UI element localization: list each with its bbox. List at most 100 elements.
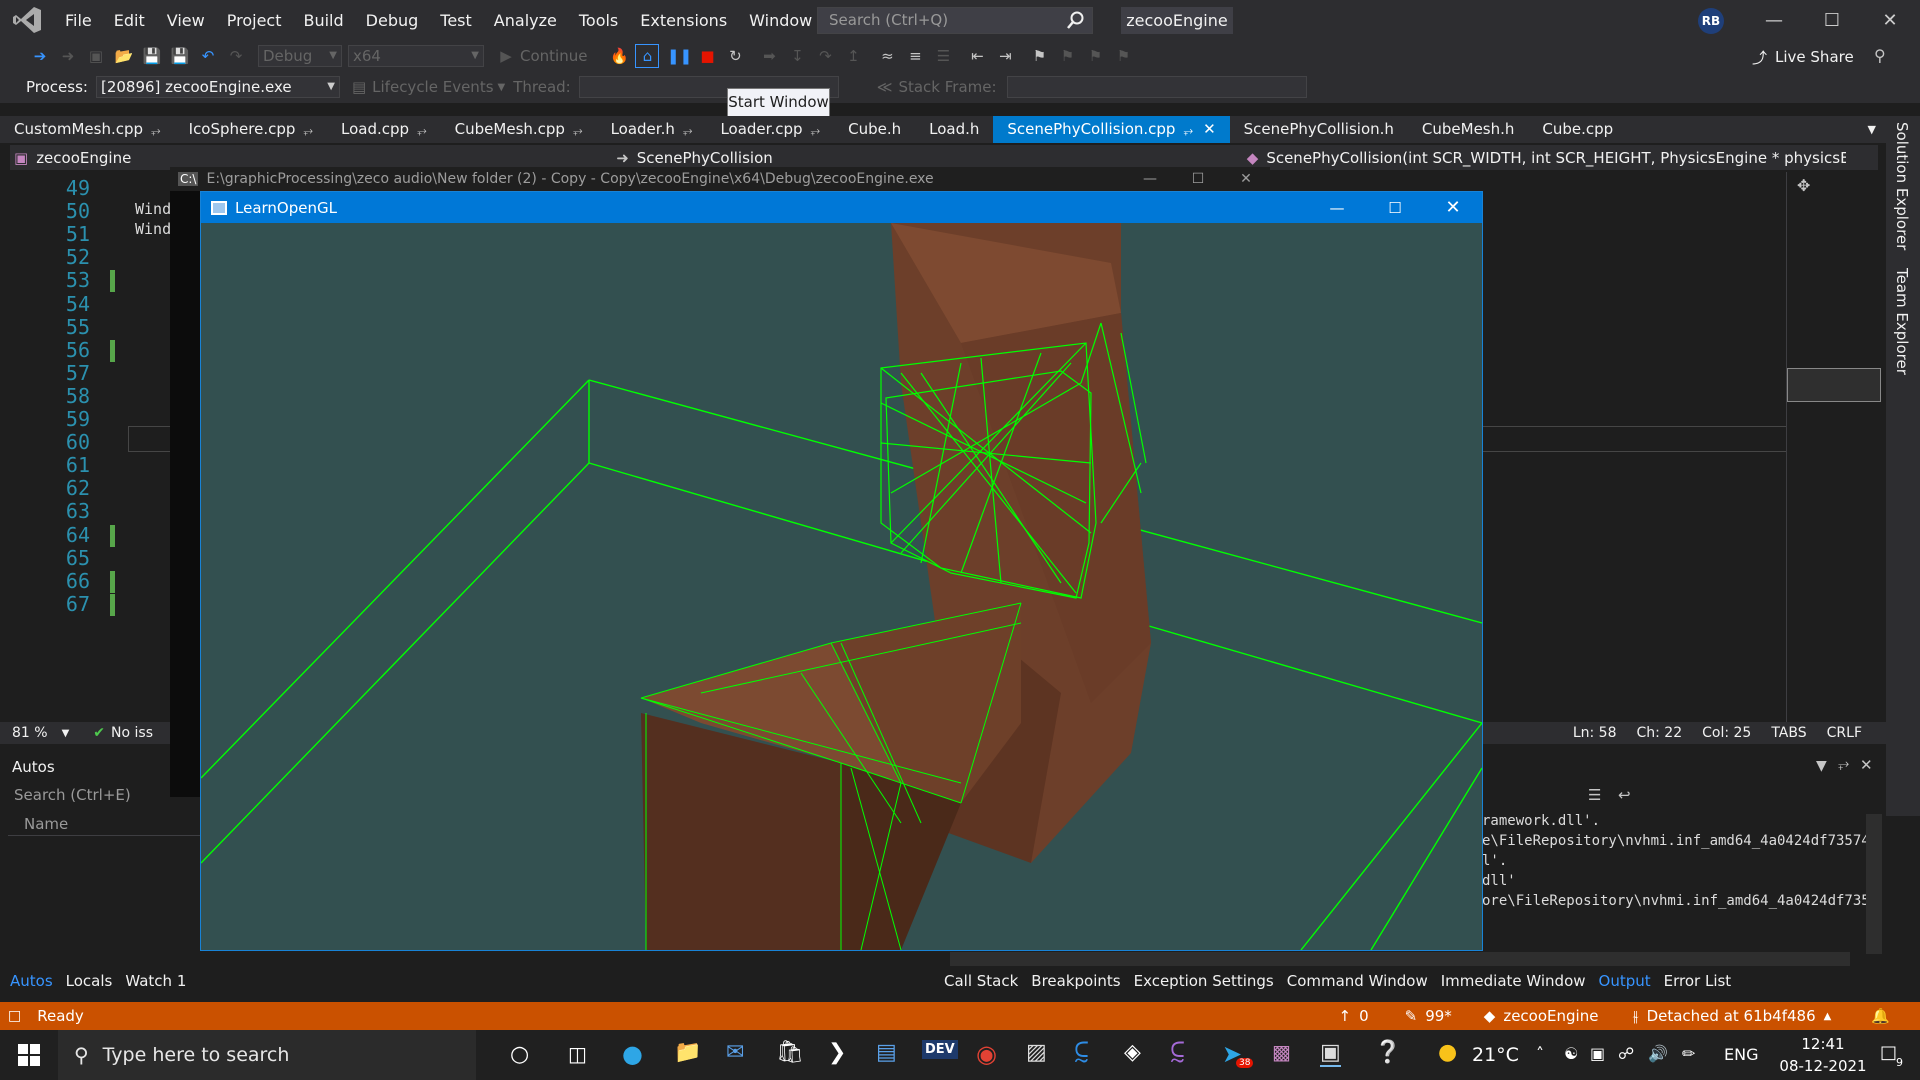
minimap[interactable]: ✥ [1786,172,1882,722]
next-bookmark-icon[interactable]: ⚑ [1083,44,1107,68]
file-explorer-icon[interactable]: 📁 [674,1040,701,1065]
gl-minimize-button[interactable]: — [1308,199,1366,217]
push-count[interactable]: 0 [1359,1007,1369,1025]
pin-icon[interactable]: ⥅ [1183,123,1193,137]
branch-name[interactable]: Detached at 61b4f486 [1647,1007,1816,1025]
tab-call-stack[interactable]: Call Stack [944,972,1018,990]
pen-icon[interactable]: ✏ [1682,1044,1695,1063]
outdent-icon[interactable]: ⇤ [965,44,989,68]
pin-icon[interactable]: ⥅ [573,123,583,137]
pin-icon[interactable]: ⥅ [811,123,821,137]
repository-name[interactable]: zecooEngine [1503,1007,1598,1025]
tab-icosphere-cpp[interactable]: IcoSphere.cpp ⥅ [175,116,327,143]
pin-icon[interactable]: ⥅ [683,123,693,137]
pin-panel-icon[interactable]: ⥅ [1838,756,1849,772]
dev-app-icon[interactable]: DEV [922,1040,958,1059]
close-panel-icon[interactable]: ✕ [1860,756,1873,774]
console-titlebar[interactable]: C:\ E:\graphicProcessing\zeco audio\New … [170,167,1270,191]
forward-icon[interactable]: ➜ [56,44,80,68]
task-view-icon[interactable]: ◫ [568,1042,587,1066]
visual-studio-icon[interactable]: ⫇ [1170,1038,1185,1069]
console-close-button[interactable]: ✕ [1222,171,1270,187]
unity-icon[interactable]: ◈ [1124,1040,1141,1065]
edge-icon[interactable]: ● [622,1040,643,1068]
prev-bookmark-icon[interactable]: ⚑ [1055,44,1079,68]
back-icon[interactable]: ➔ [28,44,52,68]
close-button[interactable]: ✕ [1866,0,1914,41]
output-scrollbar[interactable] [1866,814,1882,954]
network-icon[interactable]: ☍ [1618,1044,1634,1063]
mail-icon[interactable]: ✉ [726,1040,744,1065]
gl-maximize-button[interactable]: ☐ [1366,199,1424,217]
menu-debug[interactable]: Debug [355,0,430,41]
undo-icon[interactable]: ↶ [196,44,220,68]
continue-play-icon[interactable]: ▶ [494,44,518,68]
taskbar-search-input[interactable]: ⚲ Type here to search [58,1030,476,1080]
notification-center-icon[interactable]: □ [1880,1042,1897,1063]
menu-window[interactable]: Window [738,0,823,41]
zoom-level[interactable]: 81 % [12,725,48,741]
tabs-indicator[interactable]: TABS [1771,725,1806,741]
windows-start-icon[interactable] [18,1044,40,1070]
chevron-up-icon[interactable]: ˄ [1536,1044,1544,1063]
tab-locals[interactable]: Locals [66,972,113,990]
tab-list-dropdown-icon[interactable]: ▼ [1854,116,1890,143]
scope-dropdown[interactable]: ScenePhyCollision [637,149,1247,167]
menu-edit[interactable]: Edit [103,0,156,41]
tab-scenephycollision-cpp[interactable]: ScenePhyCollision.cpp ⥅ ✕ [993,116,1230,143]
tab-command-window[interactable]: Command Window [1287,972,1428,990]
solution-platform-select[interactable]: x64 ▼ [348,45,484,67]
restart-icon[interactable]: ↻ [723,44,747,68]
tab-breakpoints[interactable]: Breakpoints [1031,972,1120,990]
stop-debugging-icon[interactable]: ■ [695,44,719,68]
pin-icon[interactable]: ⥅ [417,123,427,137]
redo-icon[interactable]: ↷ [224,44,248,68]
diagnostics-icon[interactable]: ≈ [875,44,899,68]
tab-load-h[interactable]: Load.h [915,116,993,143]
start-window-icon[interactable]: ⌂ [635,44,660,68]
stack-frame-select[interactable] [1006,76,1307,98]
tab-watch-1[interactable]: Watch 1 [125,972,186,990]
horizontal-scrollbar[interactable] [950,952,1850,966]
show-next-statement-icon[interactable]: ➡ [757,44,781,68]
opengl-titlebar[interactable]: LearnOpenGL — ☐ ✕ [201,192,1482,223]
issues-status[interactable]: No iss [111,725,153,741]
menu-tools[interactable]: Tools [568,0,629,41]
tab-loader-cpp[interactable]: Loader.cpp ⥅ [706,116,834,143]
menu-project[interactable]: Project [216,0,293,41]
lifecycle-events-dropdown[interactable]: Lifecycle Events [372,78,493,96]
tab-exception-settings[interactable]: Exception Settings [1134,972,1274,990]
solution-explorer-tab[interactable]: Solution Explorer [1893,116,1911,256]
console-minimize-button[interactable]: — [1126,171,1174,187]
console-app-icon[interactable]: ▩ [1272,1040,1291,1064]
menu-extensions[interactable]: Extensions [629,0,738,41]
eol-indicator[interactable]: CRLF [1827,725,1862,741]
menu-test[interactable]: Test [429,0,483,41]
break-all-pause-icon[interactable]: ❚❚ [667,44,692,68]
language-indicator[interactable]: ENG [1724,1045,1758,1064]
process-select[interactable]: [20896] zecooEngine.exe ▼ [95,76,340,98]
tab-cubemesh-cpp[interactable]: CubeMesh.cpp ⥅ [441,116,597,143]
avatar[interactable]: RB [1698,8,1724,34]
menu-build[interactable]: Build [292,0,354,41]
comment-icon[interactable]: ☰ [931,44,955,68]
bookmark-icon[interactable]: ⚑ [1027,44,1051,68]
step-over-icon[interactable]: ↷ [813,44,837,68]
powershell-icon[interactable]: ❯ [828,1040,846,1065]
tab-immediate-window[interactable]: Immediate Window [1441,972,1586,990]
close-tab-icon[interactable]: ✕ [1203,120,1216,138]
minimap-viewport[interactable] [1787,368,1881,402]
word-wrap-icon[interactable]: ↩ [1618,786,1631,804]
split-icon[interactable]: ✥ [1797,176,1810,195]
tab-autos[interactable]: Autos [10,972,53,990]
maximize-button[interactable]: ☐ [1808,0,1856,41]
tab-loader-h[interactable]: Loader.h ⥅ [597,116,707,143]
terminal-icon[interactable]: ▤ [876,1040,897,1065]
step-out-icon[interactable]: ↥ [841,44,865,68]
step-into-icon[interactable]: ↧ [785,44,809,68]
open-folder-icon[interactable]: 📂 [112,44,136,68]
help-icon[interactable]: ❔ [1374,1040,1401,1065]
pin-icon[interactable]: ⥅ [303,123,313,137]
menu-file[interactable]: File [54,0,103,41]
new-project-icon[interactable]: ▣ [84,44,108,68]
